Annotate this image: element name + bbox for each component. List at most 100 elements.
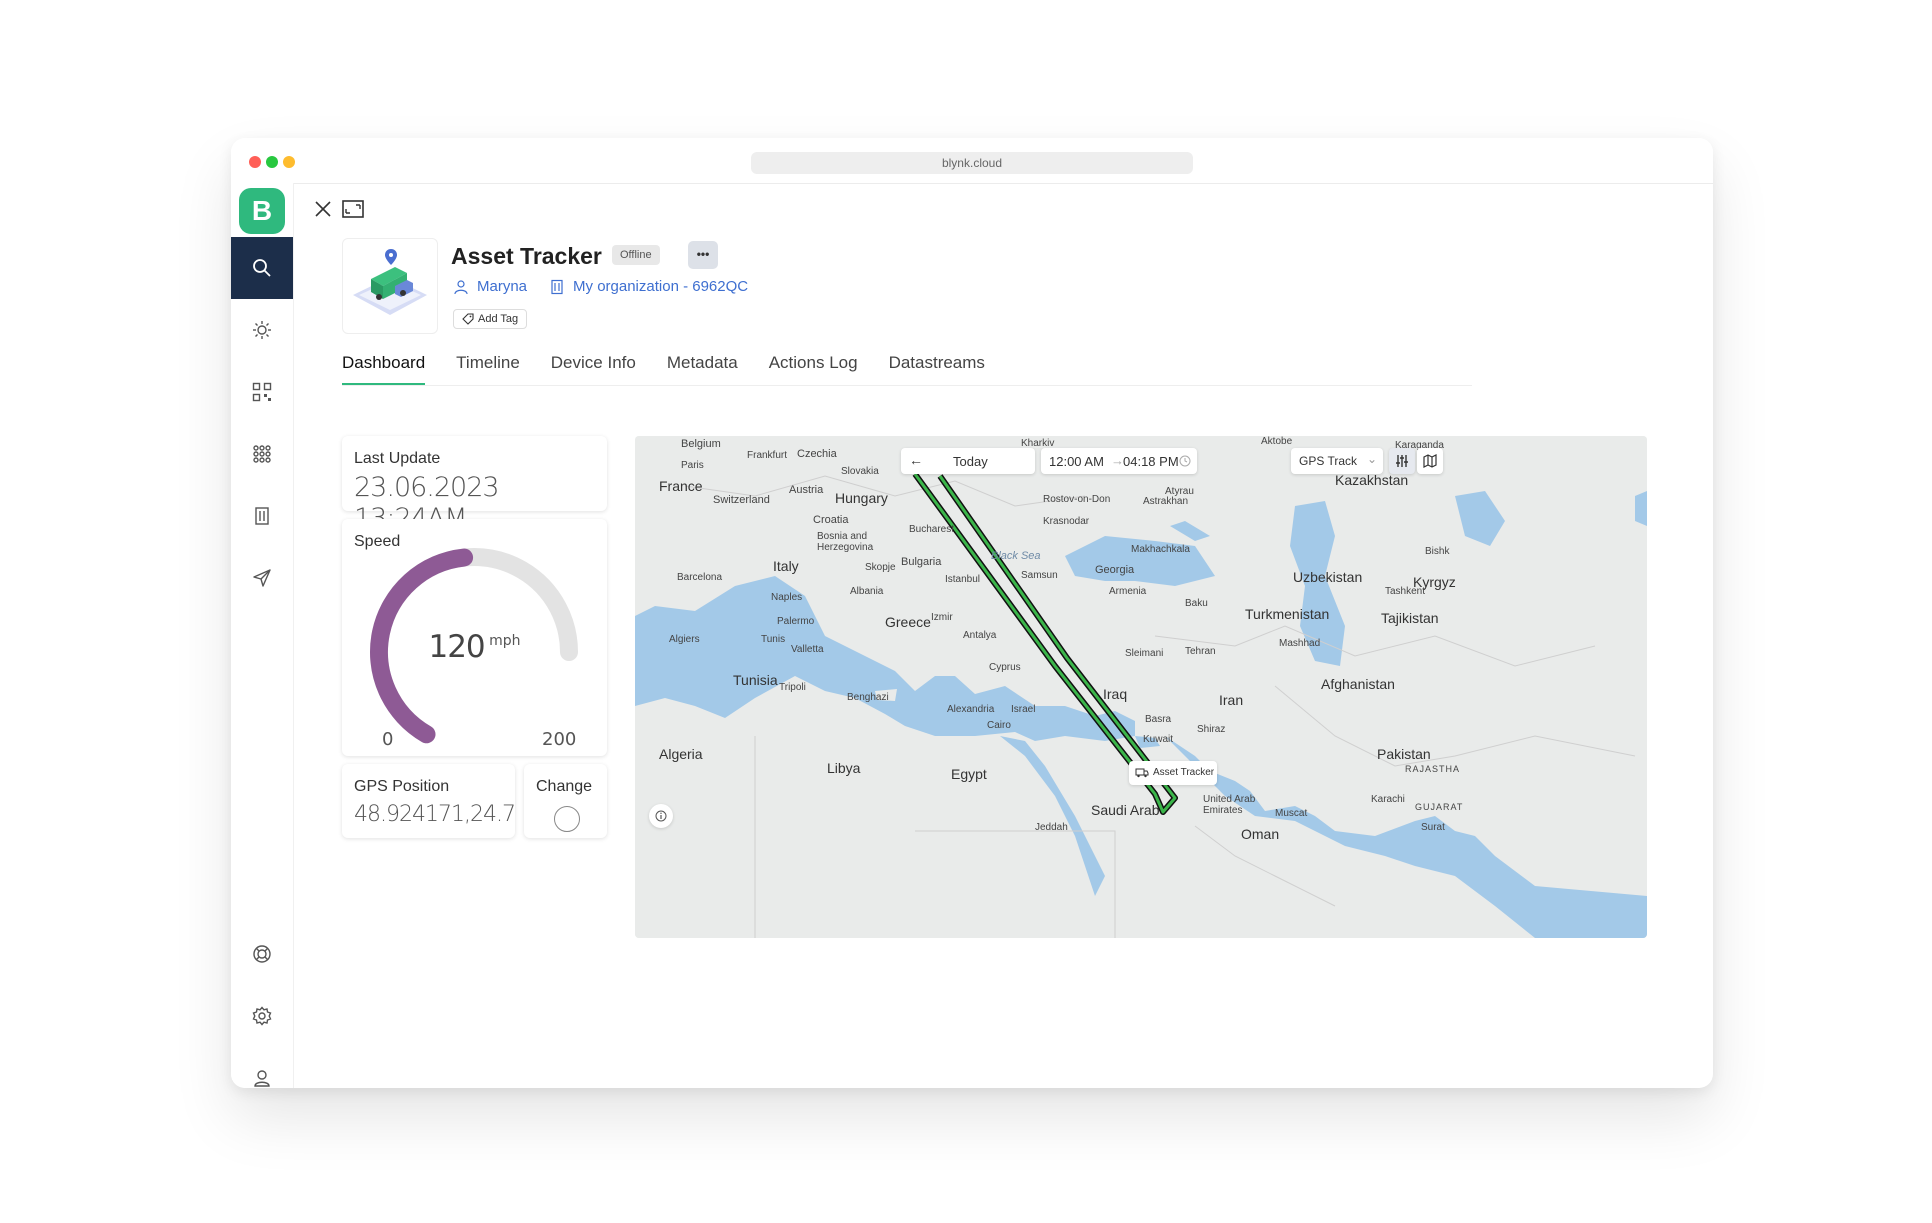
map-info-button[interactable] xyxy=(649,804,673,828)
gps-position-widget: GPS Position 48.924171,24.718457 xyxy=(342,764,515,838)
map-label: Mashhad xyxy=(1279,638,1321,649)
map-label: Armenia xyxy=(1109,586,1147,597)
close-icon[interactable] xyxy=(313,199,333,219)
device-title: Asset Tracker xyxy=(451,243,602,269)
gauge-min: 0 xyxy=(382,729,394,750)
tag-icon xyxy=(462,313,474,325)
tab-timeline[interactable]: Timeline xyxy=(456,353,520,386)
map-view-button[interactable] xyxy=(1417,448,1443,474)
map-label: Benghazi xyxy=(847,692,889,703)
tab-device-info[interactable]: Device Info xyxy=(551,353,636,386)
map-label: Frankfurt xyxy=(747,450,788,461)
user-icon xyxy=(254,1070,270,1087)
sidebar-item-templates[interactable] xyxy=(231,423,293,485)
map-label: Afghanistan xyxy=(1321,676,1395,692)
last-update-widget: Last Update 23.06.2023 13:24AM xyxy=(342,436,607,534)
clock-icon xyxy=(1179,455,1191,467)
expand-icon[interactable] xyxy=(341,199,365,219)
send-icon xyxy=(253,569,271,587)
close-window-dot[interactable] xyxy=(249,156,261,168)
owner-link[interactable]: Maryna xyxy=(477,278,527,295)
tab-metadata[interactable]: Metadata xyxy=(667,353,738,386)
maximize-window-dot[interactable] xyxy=(266,156,278,168)
map-label: Iran xyxy=(1219,692,1244,708)
gps-position-label: GPS Position xyxy=(354,778,450,795)
sidebar-item-help[interactable] xyxy=(231,923,293,985)
device-meta: Maryna My organization - 6962QC xyxy=(453,278,748,295)
map-label: Bishk xyxy=(1425,546,1450,557)
map-label: Libya xyxy=(827,760,861,776)
time-to: 04:18 PM xyxy=(1123,454,1179,469)
organization-link[interactable]: My organization - 6962QC xyxy=(573,278,748,295)
tab-divider xyxy=(342,385,1472,386)
gps-position-value: 48.924171,24.718457 xyxy=(354,802,515,827)
back-arrow-icon[interactable]: ← xyxy=(909,452,923,468)
map-label: GUJARAT xyxy=(1415,802,1464,812)
change-widget: Change xyxy=(524,764,607,838)
time-from: 12:00 AM xyxy=(1049,454,1104,469)
map-label: Karachi xyxy=(1371,794,1405,805)
tab-datastreams[interactable]: Datastreams xyxy=(889,353,985,386)
filter-button[interactable] xyxy=(1389,448,1415,474)
add-tag-button[interactable]: Add Tag xyxy=(453,309,528,329)
asset-marker-popup[interactable]: Asset Tracker xyxy=(1129,761,1217,785)
date-label: Today xyxy=(953,454,988,469)
map-label: Slovakia xyxy=(841,466,879,477)
map-label: Istanbul xyxy=(945,574,981,585)
sidebar-item-provisioning[interactable] xyxy=(231,361,293,423)
gps-map[interactable]: Belgium Paris France Frankfurt Czechia S… xyxy=(635,436,1647,938)
map-label: Basra xyxy=(1145,714,1172,725)
map-label: Atyrau xyxy=(1165,486,1194,497)
map-label: Palermo xyxy=(777,616,815,627)
map-label: RAJASTHA xyxy=(1405,764,1461,774)
map-label: Bucharest xyxy=(909,524,955,535)
map-label: Tashkent xyxy=(1385,586,1426,597)
map-label: Croatia xyxy=(813,514,849,526)
sidebar-item-profile[interactable] xyxy=(231,1047,293,1088)
map-label: Pakistan xyxy=(1377,746,1431,762)
map-label: Tehran xyxy=(1185,646,1216,657)
marker-label: Asset Tracker xyxy=(1153,767,1215,778)
tab-dashboard[interactable]: Dashboard xyxy=(342,353,426,386)
tab-bar: Dashboard Timeline Device Info Metadata … xyxy=(342,353,985,386)
minimize-window-dot[interactable] xyxy=(283,156,295,168)
sidebar-item-organizations[interactable] xyxy=(231,485,293,547)
sidebar-item-messages[interactable] xyxy=(231,547,293,609)
more-actions-button[interactable]: ••• xyxy=(688,241,718,269)
sidebar-item-settings[interactable] xyxy=(231,985,293,1047)
map-label: Surat xyxy=(1421,822,1445,833)
settings-icon xyxy=(252,1006,272,1026)
browser-window: blynk.cloud B Asset Tracker Offline ••• … xyxy=(231,138,1713,1088)
building-icon xyxy=(255,507,269,525)
layer-select-value: GPS Track xyxy=(1299,454,1358,468)
map-label: Valletta xyxy=(791,644,824,655)
add-tag-label: Add Tag xyxy=(478,313,519,325)
tab-actions-log[interactable]: Actions Log xyxy=(769,353,858,386)
status-badge: Offline xyxy=(612,245,660,265)
map-label: Paris xyxy=(681,460,704,471)
date-picker[interactable]: ← Today xyxy=(901,448,1035,474)
map-label: Oman xyxy=(1241,826,1280,842)
sidebar-item-search[interactable] xyxy=(231,237,293,299)
layer-select[interactable]: GPS Track ⌄ xyxy=(1291,448,1383,474)
user-outline-icon xyxy=(454,279,468,294)
map-label: Tripoli xyxy=(779,682,806,693)
blynk-logo[interactable]: B xyxy=(239,188,285,234)
gauge-readout: 120 mph xyxy=(342,629,607,665)
map-label: Tunisia xyxy=(733,672,778,688)
url-bar[interactable]: blynk.cloud xyxy=(751,152,1193,174)
map-label: Kuwait xyxy=(1143,734,1174,745)
change-toggle[interactable] xyxy=(554,806,580,832)
map-label: Algeria xyxy=(659,746,703,762)
map-label: Czechia xyxy=(797,448,837,460)
map-label: Bosnia and Herzegovina xyxy=(817,531,874,553)
map-label: Samsun xyxy=(1021,570,1058,581)
sidebar-item-devices[interactable] xyxy=(231,299,293,361)
time-range-picker[interactable]: 12:00 AM → 04:18 PM xyxy=(1041,448,1197,474)
map-label: Baku xyxy=(1185,598,1208,609)
building-outline-icon xyxy=(551,279,563,294)
map-label: Israel xyxy=(1011,704,1036,715)
map-label: Antalya xyxy=(963,630,997,641)
map-label: Black Sea xyxy=(991,550,1041,562)
map-label: Bulgaria xyxy=(901,556,942,568)
